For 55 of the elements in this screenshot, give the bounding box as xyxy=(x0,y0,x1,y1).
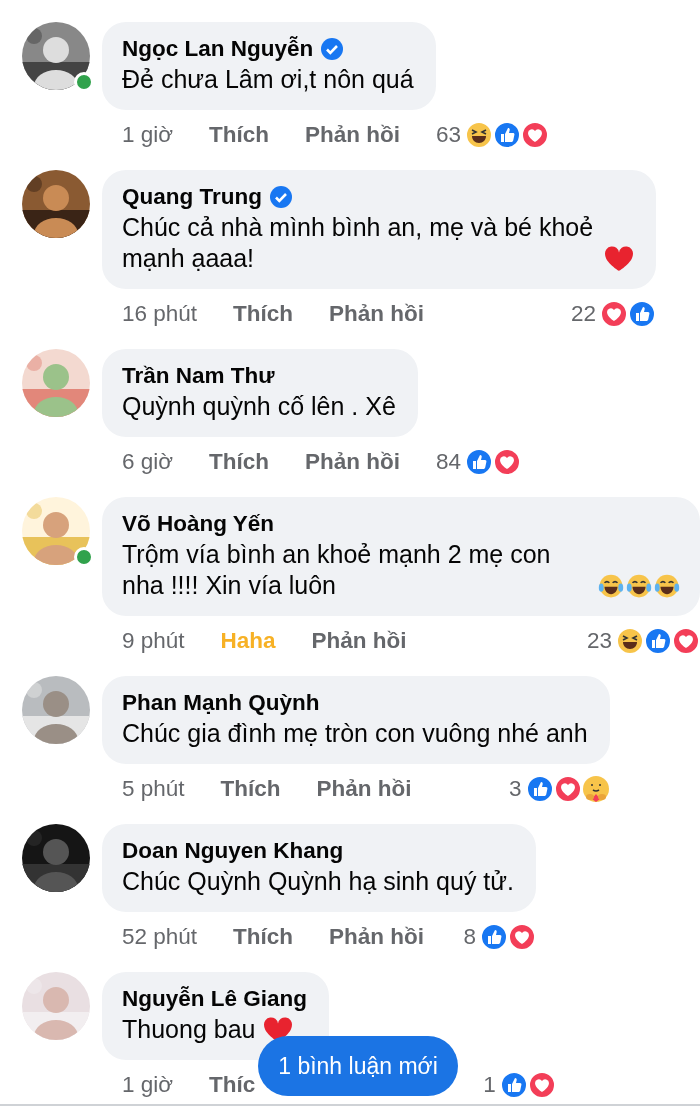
comment-text: Đẻ chưa Lâm ơi,t nôn quá xyxy=(122,64,414,95)
comment-text: Chúc cả nhà mình bình an, mẹ và bé khoẻ mạnh ạaaa! xyxy=(122,212,595,274)
commenter-name[interactable]: Nguyễn Lê Giang xyxy=(122,984,308,1014)
reply-link[interactable]: Phản hồi xyxy=(311,628,407,654)
comment-text: Trộm vía bình an khoẻ mạnh 2 mẹ con nha !!!! Xin vía luôn xyxy=(122,539,552,601)
like-icon xyxy=(525,775,554,803)
reply-link[interactable]: Phản hồi xyxy=(305,122,401,148)
like-icon xyxy=(465,448,494,476)
like-icon xyxy=(493,121,522,149)
commenter-name[interactable]: Ngọc Lan Nguyễn xyxy=(122,34,314,64)
reply-link[interactable]: Phản hồi xyxy=(329,301,425,327)
like-icon xyxy=(479,923,508,951)
like-icon xyxy=(499,1071,528,1099)
commenter-name[interactable]: Phan Mạnh Quỳnh xyxy=(122,688,320,718)
commenter-name[interactable]: Quang Trung xyxy=(122,182,262,212)
comment-time[interactable]: 9 phút xyxy=(122,628,185,654)
like-link[interactable]: Thích xyxy=(209,122,270,148)
comment-time[interactable]: 52 phút xyxy=(122,924,198,950)
heart-icon xyxy=(604,246,634,272)
reaction-count[interactable]: 23 xyxy=(586,628,612,654)
like-icon xyxy=(628,300,656,328)
like-link[interactable]: Thích xyxy=(233,924,294,950)
hugging-face-icon xyxy=(581,775,610,803)
comment-text: Thuong bau xyxy=(122,1014,256,1045)
laughing-tears-icon xyxy=(654,573,680,599)
reaction-count[interactable]: 1 xyxy=(483,1072,496,1098)
comment-time[interactable]: 16 phút xyxy=(122,301,198,327)
comment-text: Chúc gia đình mẹ tròn con vuông nhé anh xyxy=(122,718,588,749)
reaction-count[interactable]: 63 xyxy=(436,122,462,148)
like-link[interactable]: Thíc xyxy=(209,1072,256,1098)
reply-link[interactable]: Phản hồi xyxy=(316,776,412,802)
laughing-face-icon xyxy=(465,121,494,149)
laughing-tears-icon xyxy=(626,573,652,599)
commenter-name[interactable]: Doan Nguyen Khang xyxy=(122,836,344,866)
comment-text: Chúc Quỳnh Quỳnh hạ sinh quý tử. xyxy=(122,866,514,897)
like-link[interactable]: Thích xyxy=(233,301,294,327)
reply-link[interactable]: Phản hồi xyxy=(329,924,425,950)
comment-time[interactable]: 1 giờ xyxy=(122,122,174,148)
new-comments-button[interactable]: 1 bình luận mới xyxy=(258,1036,458,1096)
comment-time[interactable]: 6 giờ xyxy=(122,449,174,475)
laughing-face-icon xyxy=(616,627,644,655)
reply-link[interactable]: Phản hồi xyxy=(305,449,401,475)
comment-time[interactable]: 1 giờ xyxy=(122,1072,174,1098)
reaction-count[interactable]: 22 xyxy=(570,301,596,327)
like-link[interactable]: Thích xyxy=(220,776,281,802)
like-icon xyxy=(644,627,672,655)
comment-time[interactable]: 5 phút xyxy=(122,776,185,802)
reaction-count[interactable]: 84 xyxy=(436,449,462,475)
like-link[interactable]: Thích xyxy=(209,449,270,475)
laughing-tears-icon xyxy=(598,573,624,599)
reaction-count[interactable]: 3 xyxy=(509,776,522,802)
commenter-name[interactable]: Trần Nam Thư xyxy=(122,361,275,391)
reaction-count[interactable]: 8 xyxy=(463,924,476,950)
comment-text: Quỳnh quỳnh cố lên . Xê xyxy=(122,391,396,422)
commenter-name[interactable]: Võ Hoàng Yến xyxy=(122,509,275,539)
